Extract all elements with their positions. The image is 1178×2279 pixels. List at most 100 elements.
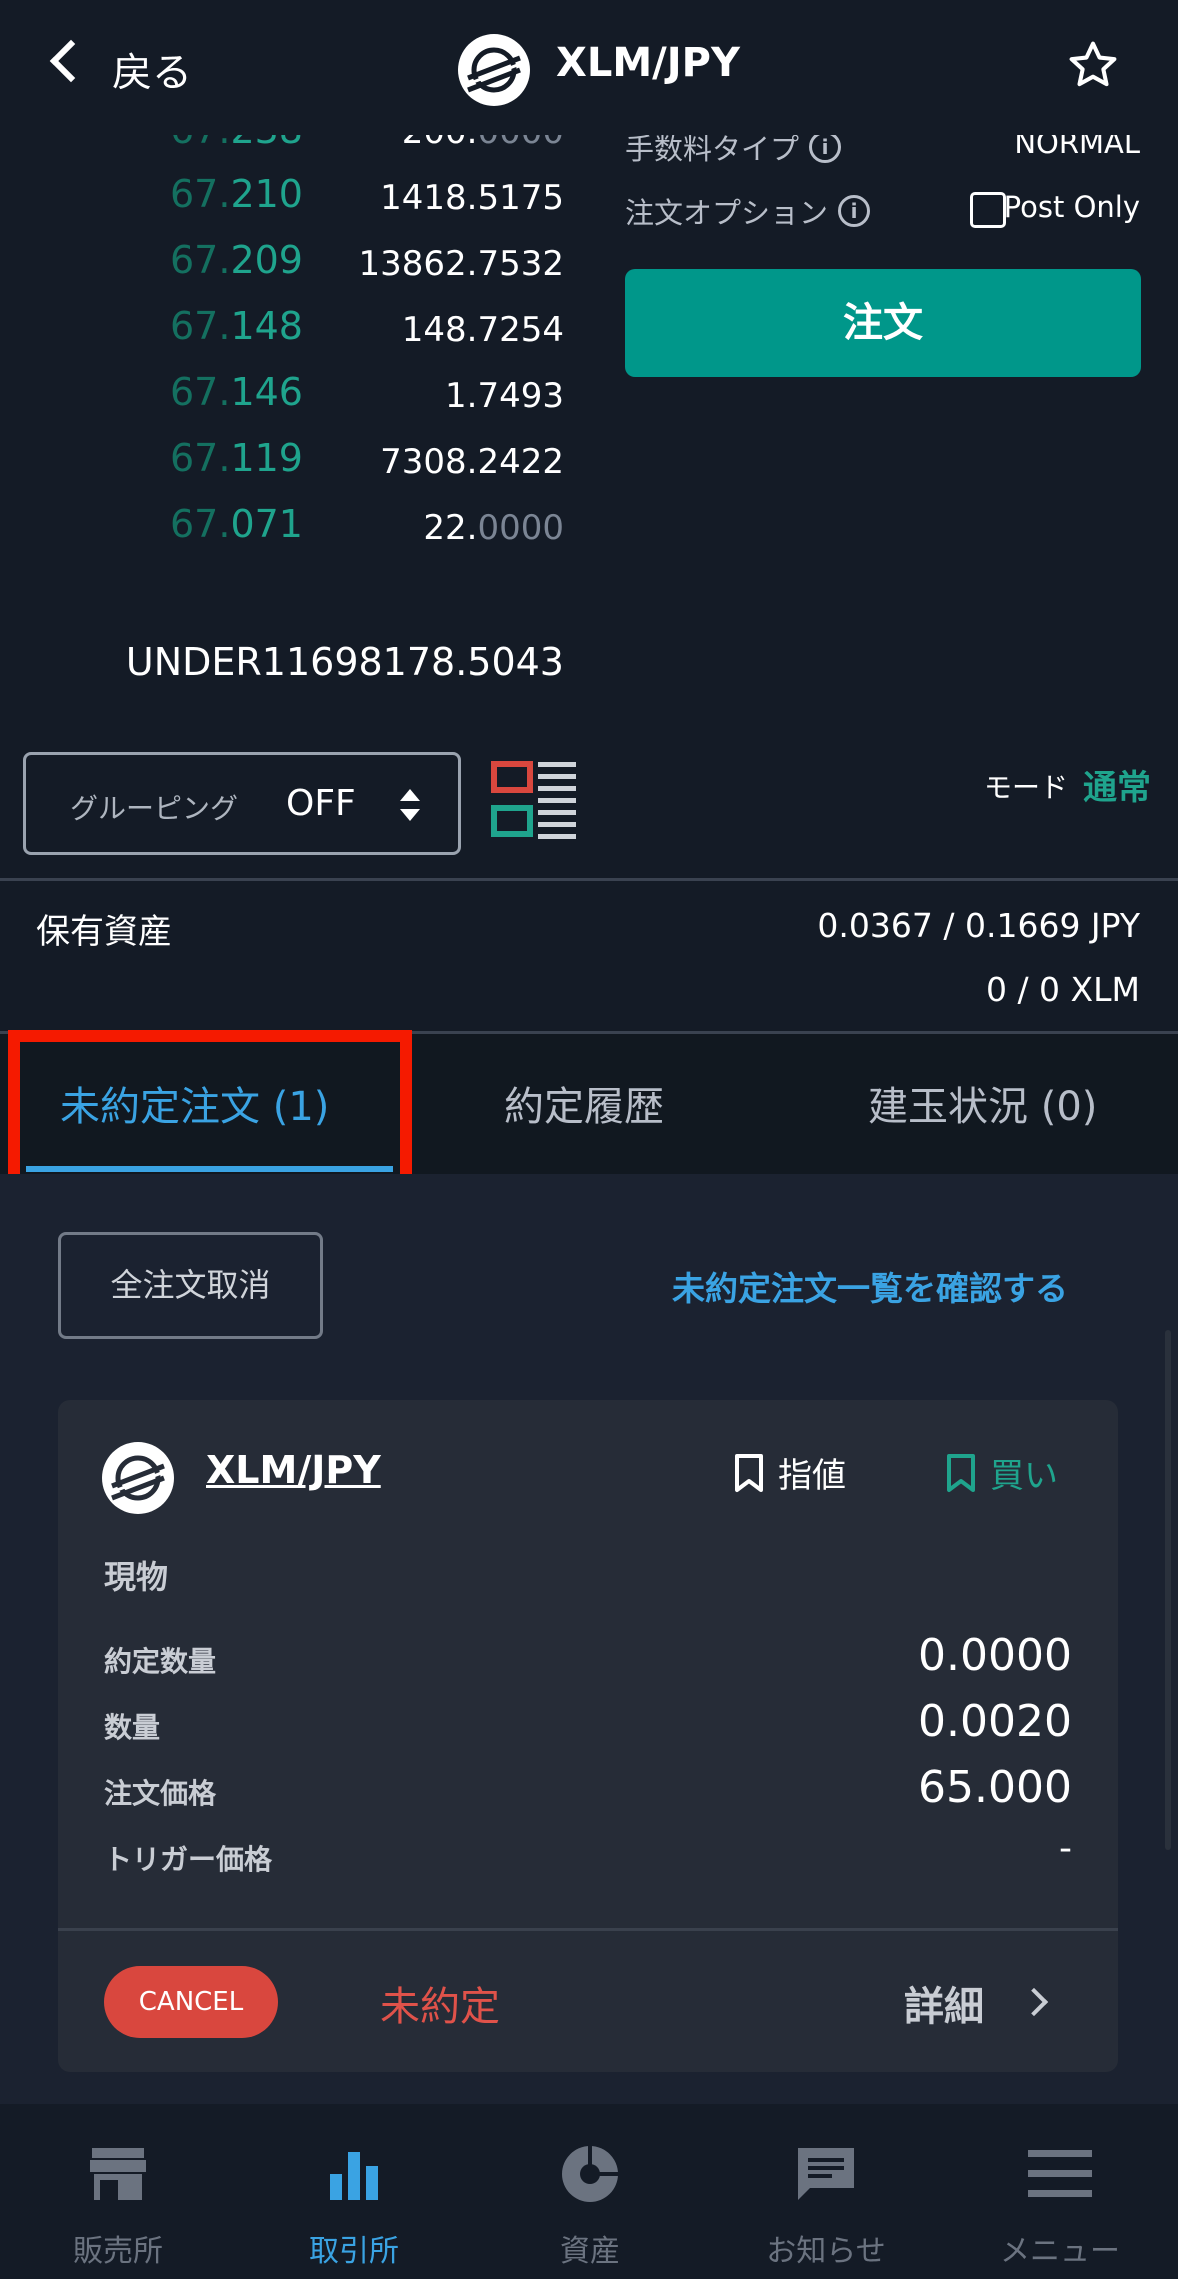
- stellar-logo-icon: [458, 34, 530, 106]
- price-prefix: 67.: [170, 304, 231, 348]
- orderbook-price[interactable]: 67.071: [170, 502, 303, 546]
- back-label: 戻る: [112, 50, 192, 96]
- sort-arrows-icon: [400, 789, 420, 821]
- orderbook-under-total: UNDER11698178.5043: [125, 640, 564, 684]
- trigger-price-label: トリガー価格: [104, 1843, 273, 1876]
- orderbook-qty: 7308.2422: [380, 442, 564, 482]
- order-pair-link[interactable]: XLM/JPY: [206, 1448, 381, 1492]
- qty-value: 0.0020: [918, 1696, 1072, 1747]
- filled-qty-label: 約定数量: [104, 1645, 217, 1678]
- order-card: XLM/JPY 指値 買い 現物 約定数量 0.0000 数量 0.0020 注…: [58, 1400, 1118, 2072]
- trigger-price-value: -: [1059, 1828, 1072, 1869]
- cancel-order-button[interactable]: CANCEL: [104, 1966, 278, 2038]
- price-suffix: 209: [230, 238, 303, 282]
- order-side-tag: 買い: [946, 1448, 1058, 1497]
- assets-label: 保有資産: [36, 912, 172, 952]
- pair-title: XLM/JPY: [556, 40, 740, 86]
- grouping-label: グルーピング: [70, 792, 239, 825]
- post-only-checkbox[interactable]: [970, 192, 1006, 228]
- qty-main: 148.7254: [401, 310, 564, 350]
- assets-xlm: 0 / 0 XLM: [985, 970, 1140, 1009]
- bar-chart-icon: [330, 2152, 378, 2200]
- mode-value[interactable]: 通常: [1083, 760, 1151, 809]
- qty-main: 1.7493: [445, 376, 564, 416]
- orderbook-qty: 22.0000: [423, 508, 564, 548]
- message-icon: [798, 2148, 854, 2200]
- pie-chart-icon: [562, 2144, 622, 2202]
- order-button[interactable]: 注文: [625, 269, 1141, 377]
- view-open-orders-link[interactable]: 未約定注文一覧を確認する: [672, 1262, 1068, 1310]
- grouping-select[interactable]: グルーピング OFF: [23, 752, 461, 855]
- orderbook-price[interactable]: 67.210: [170, 172, 303, 216]
- orderbook-qty: 13862.7532: [359, 244, 565, 284]
- orderbook-price[interactable]: 67.146: [170, 370, 303, 414]
- order-price-value: 65.000: [918, 1762, 1072, 1813]
- section-divider: [0, 878, 1178, 881]
- grouping-value: OFF: [286, 783, 356, 824]
- chevron-left-icon: [49, 39, 93, 83]
- order-status: 未約定: [380, 1984, 500, 2030]
- tab-trade-history[interactable]: 約定履歴: [504, 1074, 664, 1132]
- price-prefix: 67.: [170, 238, 231, 282]
- app-header: 戻る XLM/JPY: [0, 0, 1178, 135]
- order-type-tag: 指値: [734, 1448, 846, 1497]
- qty-main: 13862.7532: [358, 244, 565, 284]
- price-suffix: 071: [230, 502, 303, 546]
- orderbook-qty: 1418.5175: [380, 178, 564, 218]
- nav-label: 販売所: [73, 2234, 163, 2269]
- order-type-label: 指値: [778, 1456, 846, 1496]
- order-price-label: 注文価格: [104, 1777, 217, 1810]
- chevron-right-icon: [1019, 1987, 1049, 2017]
- info-icon[interactable]: i: [838, 195, 871, 227]
- qty-main: 22.: [423, 508, 478, 548]
- cancel-all-button[interactable]: 全注文取消: [58, 1232, 323, 1339]
- mode-label: モード: [984, 771, 1069, 804]
- orderbook-layout-icon[interactable]: [490, 758, 580, 848]
- qty-main: 1418.5175: [380, 178, 564, 218]
- nav-label: メニュー: [1000, 2234, 1120, 2269]
- nav-item-sales[interactable]: 販売所: [0, 2144, 236, 2270]
- orderbook-qty: 1.7493: [445, 376, 564, 416]
- orderbook-price[interactable]: 67.148: [170, 304, 303, 348]
- price-suffix: 146: [230, 370, 303, 414]
- bookmark-icon: [735, 1453, 763, 1492]
- star-icon[interactable]: [1066, 38, 1120, 92]
- qty-dim: 0000: [477, 508, 564, 548]
- order-option-text: 注文オプション: [625, 196, 829, 230]
- price-suffix: 148: [230, 304, 303, 348]
- store-icon: [90, 2148, 146, 2200]
- price-suffix: 210: [230, 172, 303, 216]
- price-prefix: 67.: [170, 370, 231, 414]
- nav-item-assets[interactable]: 資産: [472, 2144, 708, 2270]
- orderbook-qty: 148.7254: [402, 310, 564, 350]
- menu-icon: [1028, 2150, 1092, 2197]
- nav-item-menu[interactable]: メニュー: [942, 2144, 1178, 2270]
- tab-positions[interactable]: 建玉状況 (0): [868, 1074, 1097, 1132]
- card-divider: [58, 1928, 1118, 1931]
- info-icon[interactable]: i: [809, 131, 842, 163]
- nav-label: お知らせ: [766, 2234, 886, 2269]
- scrollbar[interactable]: [1165, 1330, 1171, 1850]
- nav-label: 取引所: [309, 2234, 399, 2269]
- price-suffix: 119: [230, 436, 303, 480]
- order-option-label: 注文オプション i: [625, 190, 871, 232]
- price-prefix: 67.: [170, 172, 231, 216]
- nav-item-exchange[interactable]: 取引所: [236, 2144, 472, 2270]
- qty-main: 7308.2422: [380, 442, 564, 482]
- stellar-logo-icon: [102, 1442, 174, 1514]
- price-prefix: 67.: [170, 436, 231, 480]
- orderbook-price[interactable]: 67.119: [170, 436, 303, 480]
- bookmark-icon: [947, 1453, 975, 1492]
- orderbook-price[interactable]: 67.209: [170, 238, 303, 282]
- nav-label: 資産: [560, 2234, 620, 2269]
- bottom-nav: 販売所 取引所 資産 お知らせ メニュー: [0, 2104, 1178, 2279]
- post-only-label[interactable]: Post Only: [1004, 190, 1140, 224]
- qty-label: 数量: [104, 1711, 161, 1744]
- filled-qty-value: 0.0000: [918, 1630, 1072, 1681]
- order-side-label: 買い: [990, 1456, 1058, 1496]
- order-detail-link[interactable]: 詳細: [904, 1974, 984, 2032]
- order-category: 現物: [104, 1558, 169, 1596]
- price-prefix: 67.: [170, 502, 231, 546]
- nav-item-news[interactable]: お知らせ: [708, 2144, 944, 2270]
- assets-jpy: 0.0367 / 0.1669 JPY: [817, 906, 1140, 945]
